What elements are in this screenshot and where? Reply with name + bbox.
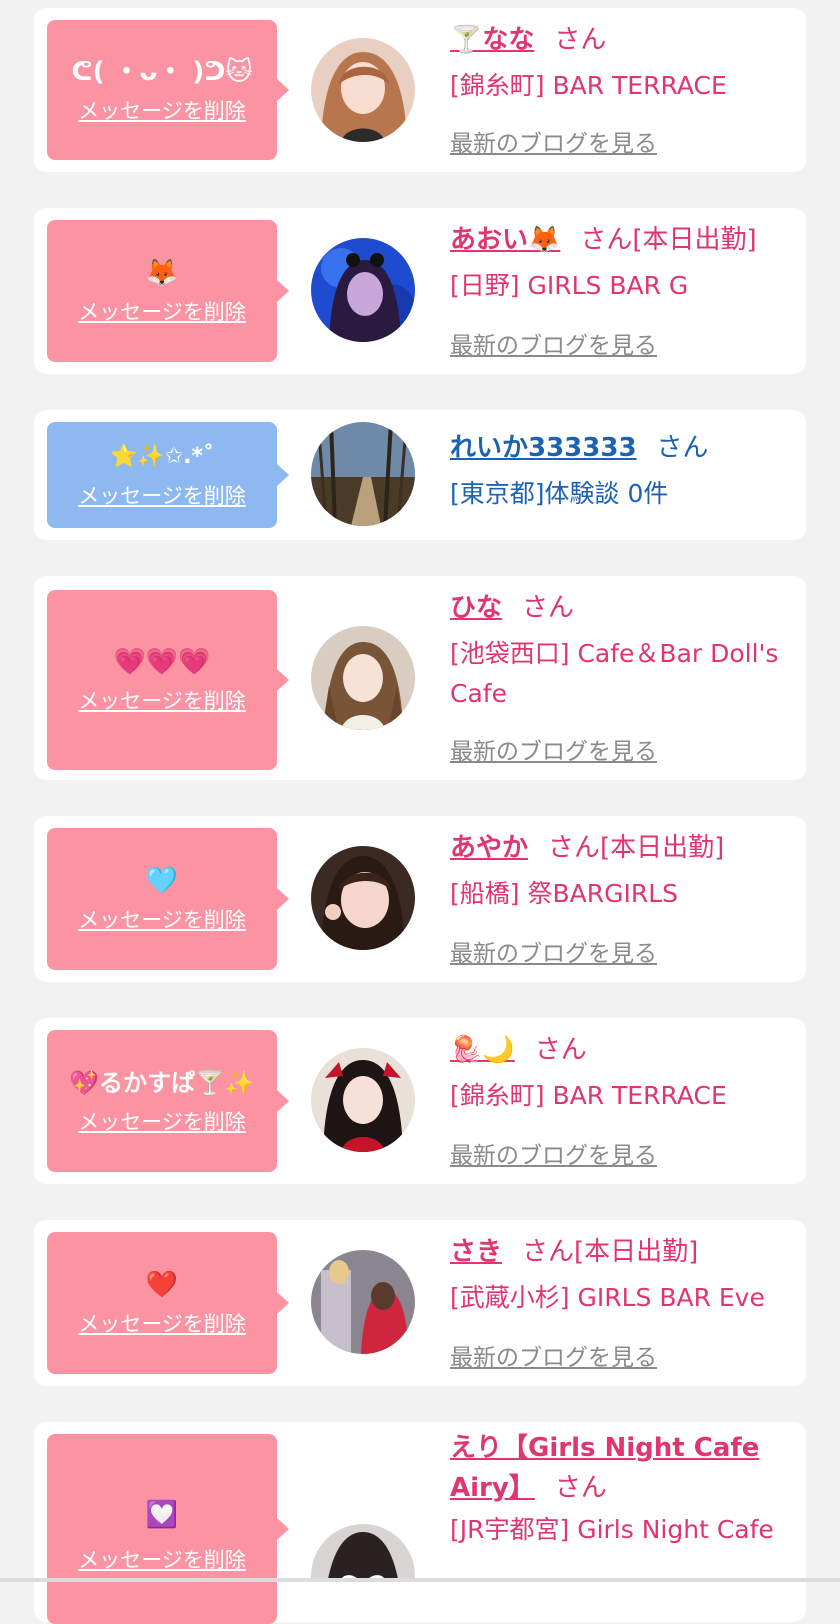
message-card: 🦊 メッセージを削除 あおい🦊 さん[本日出勤] [日野] GIRLS BAR G… xyxy=(34,208,806,374)
message-card: 💖るかすぱ🍸✨ メッセージを削除 🪼🌙 さん [錦糸町] BAR TERRACE … xyxy=(34,1018,806,1184)
avatar[interactable] xyxy=(311,238,415,342)
sender-info: えり【Girls Night Cafe Airy】 さん [JR宇都宮] Girl… xyxy=(450,1428,796,1550)
message-bubble: 💗💗💗 メッセージを削除 xyxy=(47,590,289,770)
latest-blog-link[interactable]: 最新のブログを見る xyxy=(450,732,657,766)
message-text: ᕦ( ・ᴗ・ )ᕤ🐱 xyxy=(71,57,253,87)
shop-name: [池袋西口] Cafe＆Bar Doll's Cafe xyxy=(450,639,779,708)
sender-name-line: えり【Girls Night Cafe Airy】 さん xyxy=(450,1428,780,1508)
shop-name: [日野] GIRLS BAR G xyxy=(450,271,689,300)
message-bubble: 🦊 メッセージを削除 xyxy=(47,220,289,362)
sender-name-line: さき さん[本日出勤] xyxy=(450,1234,796,1270)
avatar[interactable] xyxy=(311,846,415,950)
message-text: 🦊 xyxy=(145,258,179,288)
honorific-label: さん xyxy=(554,1473,607,1503)
attendance-status: [本日出勤] xyxy=(632,225,757,255)
sender-name-line: あおい🦊 さん[本日出勤] xyxy=(450,222,796,258)
latest-blog-link[interactable]: 最新のブログを見る xyxy=(450,934,657,968)
message-bubble: ᕦ( ・ᴗ・ )ᕤ🐱 メッセージを削除 xyxy=(47,20,289,160)
avatar[interactable] xyxy=(311,1524,415,1578)
attendance-status: [本日出勤] xyxy=(574,1237,699,1267)
message-bubble: 💟 メッセージを削除 xyxy=(47,1434,289,1624)
message-bubble: 🩵 メッセージを削除 xyxy=(47,828,289,970)
girl-portrait-icon xyxy=(311,38,415,142)
message-text: ⭐✨✩.*˚ xyxy=(109,444,215,469)
latest-blog-link[interactable]: 最新のブログを見る xyxy=(450,1136,657,1170)
shop-name: [武蔵小杉] GIRLS BAR Eve xyxy=(450,1283,765,1312)
shop-name: [東京都]体験談 0件 xyxy=(450,479,669,508)
latest-blog-link[interactable]: 最新のブログを見る xyxy=(450,326,657,360)
heart-cover-portrait-icon xyxy=(311,1524,415,1578)
delete-message-link[interactable]: メッセージを削除 xyxy=(78,1310,246,1338)
sender-name-line: ひな さん xyxy=(450,590,796,626)
message-card: ❤️ メッセージを削除 さき さん[本日出勤] [武蔵小杉] GIRLS BAR … xyxy=(34,1220,806,1386)
message-card: 💗💗💗 メッセージを削除 ひな さん [池袋西口] Cafe＆Bar Doll's… xyxy=(34,576,806,780)
honorific-label: さん xyxy=(522,1237,575,1267)
sender-name-link[interactable]: 🍸なな xyxy=(450,25,534,55)
latest-blog-link[interactable]: 最新のブログを見る xyxy=(450,1338,657,1372)
avatar[interactable] xyxy=(311,1048,415,1152)
honorific-label: さん xyxy=(580,225,633,255)
delete-message-link[interactable]: メッセージを削除 xyxy=(78,1546,246,1574)
sender-info: 🪼🌙 さん [錦糸町] BAR TERRACE xyxy=(450,1032,796,1116)
delete-message-link[interactable]: メッセージを削除 xyxy=(78,298,246,326)
message-bubble: ❤️ メッセージを削除 xyxy=(47,1232,289,1374)
honorific-label: さん xyxy=(656,433,709,463)
sender-name-link[interactable]: ひな xyxy=(450,593,502,623)
girl-portrait-icon xyxy=(311,1250,415,1354)
avatar[interactable] xyxy=(311,1250,415,1354)
girl-portrait-icon xyxy=(311,846,415,950)
honorific-label: さん xyxy=(548,833,601,863)
honorific-label: さん xyxy=(534,1035,587,1065)
sender-name-link[interactable]: あやか xyxy=(450,833,528,863)
message-card: ⭐✨✩.*˚ メッセージを削除 れいか333333 さん [東京都]体験談 0件 xyxy=(34,410,806,540)
honorific-label: さん xyxy=(522,593,575,623)
shop-name: [錦糸町] BAR TERRACE xyxy=(450,1081,727,1110)
sender-name-link[interactable]: れいか333333 xyxy=(450,433,637,463)
sender-info: あおい🦊 さん[本日出勤] [日野] GIRLS BAR G xyxy=(450,222,796,306)
sender-name-link[interactable]: さき xyxy=(450,1237,502,1267)
message-card: ᕦ( ・ᴗ・ )ᕤ🐱 メッセージを削除 🍸なな さん [錦糸町] BAR TERR… xyxy=(34,8,806,172)
girl-portrait-icon xyxy=(311,238,415,342)
sender-info: ひな さん [池袋西口] Cafe＆Bar Doll's Cafe xyxy=(450,590,796,714)
delete-message-link[interactable]: メッセージを削除 xyxy=(78,97,246,125)
sender-info: 🍸なな さん [錦糸町] BAR TERRACE xyxy=(450,22,796,106)
sender-name-link[interactable]: 🪼🌙 xyxy=(450,1035,515,1065)
delete-message-link[interactable]: メッセージを削除 xyxy=(78,687,246,715)
shop-name: [JR宇都宮] Girls Night Cafe xyxy=(450,1515,774,1544)
sender-name-line: 🍸なな さん xyxy=(450,22,796,58)
message-text: 🩵 xyxy=(145,866,179,896)
delete-message-link[interactable]: メッセージを削除 xyxy=(78,482,246,510)
sender-name-line: 🪼🌙 さん xyxy=(450,1032,796,1068)
avatar[interactable] xyxy=(311,38,415,142)
shop-name: [錦糸町] BAR TERRACE xyxy=(450,71,727,100)
sender-info: さき さん[本日出勤] [武蔵小杉] GIRLS BAR Eve xyxy=(450,1234,796,1318)
avatar[interactable] xyxy=(311,422,415,526)
message-card: 🩵 メッセージを削除 あやか さん[本日出勤] [船橋] 祭BARGIRLS 最新… xyxy=(34,816,806,982)
message-bubble: 💖るかすぱ🍸✨ メッセージを削除 xyxy=(47,1030,289,1172)
delete-message-link[interactable]: メッセージを削除 xyxy=(78,1108,246,1136)
sender-name-link[interactable]: あおい🦊 xyxy=(450,225,560,255)
message-bubble: ⭐✨✩.*˚ メッセージを削除 xyxy=(47,422,289,528)
message-card: 💟 メッセージを削除 えり【Girls Night Cafe Airy】 さん [… xyxy=(34,1422,806,1624)
latest-blog-link[interactable]: 最新のブログを見る xyxy=(450,124,657,158)
message-text: 💗💗💗 xyxy=(113,647,211,677)
message-text: ❤️ xyxy=(145,1270,179,1300)
girl-portrait-icon xyxy=(311,1048,415,1152)
forest-path-icon xyxy=(311,422,415,526)
avatar[interactable] xyxy=(311,626,415,730)
viewport-bottom-divider xyxy=(0,1578,840,1582)
sender-info: れいか333333 さん [東京都]体験談 0件 xyxy=(450,430,796,514)
delete-message-link[interactable]: メッセージを削除 xyxy=(78,906,246,934)
message-text: 💟 xyxy=(145,1500,179,1530)
honorific-label: さん xyxy=(554,25,607,55)
shop-name: [船橋] 祭BARGIRLS xyxy=(450,879,678,908)
attendance-status: [本日出勤] xyxy=(600,833,725,863)
message-text: 💖るかすぱ🍸✨ xyxy=(69,1069,255,1097)
girl-portrait-icon xyxy=(311,626,415,730)
sender-name-line: あやか さん[本日出勤] xyxy=(450,830,796,866)
sender-info: あやか さん[本日出勤] [船橋] 祭BARGIRLS xyxy=(450,830,796,914)
sender-name-line: れいか333333 さん xyxy=(450,430,796,466)
